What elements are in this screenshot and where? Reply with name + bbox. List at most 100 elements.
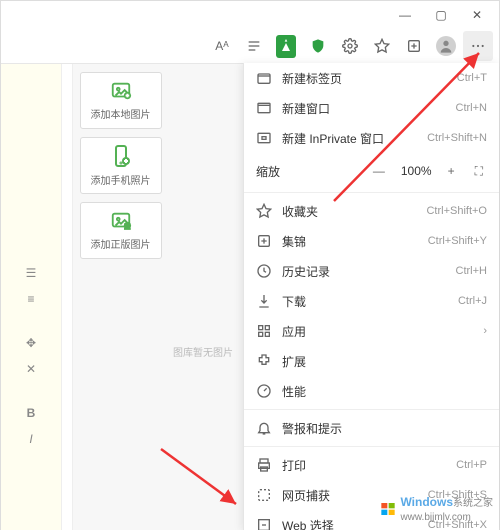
list-unordered-tool[interactable]: ☰: [22, 264, 40, 282]
window-icon: [256, 100, 272, 116]
list-ordered-tool[interactable]: ≡: [22, 290, 40, 308]
menu-item-extensions[interactable]: 扩展: [244, 346, 499, 376]
phone-image-icon: [109, 144, 133, 168]
shield-button[interactable]: [303, 31, 333, 61]
maximize-button[interactable]: ▢: [423, 1, 459, 29]
menu-item-shortcut: Ctrl+J: [458, 295, 487, 307]
reader-icon: [246, 38, 262, 54]
inprivate-icon: [256, 130, 272, 146]
italic-tool[interactable]: I: [22, 430, 40, 448]
alert-icon: [256, 420, 272, 436]
move-tool[interactable]: ✥: [22, 334, 40, 352]
print-icon: [256, 457, 272, 473]
menu-separator: [244, 409, 499, 410]
menu-item-label: 集锦: [282, 233, 418, 250]
translate-icon: [276, 35, 296, 58]
menu-item-label: 应用: [282, 323, 473, 340]
canvas-edge: [62, 64, 73, 530]
profile-button[interactable]: [431, 31, 461, 61]
menu-item-label: 扩展: [282, 353, 487, 370]
download-icon: [256, 293, 272, 309]
tab-icon: [256, 70, 272, 86]
menu-item-label: 性能: [282, 383, 487, 400]
text-size-icon: Aᴬ: [215, 39, 228, 53]
menu-item-alert[interactable]: 警报和提示: [244, 413, 499, 443]
settings-gear-button[interactable]: [335, 31, 365, 61]
avatar-icon: [436, 36, 456, 56]
minimize-button[interactable]: —: [387, 1, 423, 29]
menu-separator: [244, 192, 499, 193]
browser-toolbar: Aᴬ: [1, 29, 499, 64]
close-tool[interactable]: ✕: [22, 360, 40, 378]
menu-item-label: 收藏夹: [282, 203, 416, 220]
history-icon: [256, 263, 272, 279]
watermark-url: www.bjjmlv.com: [400, 512, 470, 523]
menu-item-label: 下载: [282, 293, 448, 310]
text-size-button[interactable]: Aᴬ: [207, 31, 237, 61]
favorites-star-button[interactable]: [367, 31, 397, 61]
add-phone-image-button[interactable]: 添加手机照片: [80, 137, 162, 194]
performance-icon: [256, 383, 272, 399]
watermark: Windows系统之家 www.bjjmlv.com: [380, 494, 493, 523]
thumbnail-column: 图库暂无图片: [168, 64, 238, 530]
zoom-value: 100%: [401, 164, 432, 178]
menu-item-shortcut: Ctrl+Shift+N: [427, 132, 487, 144]
image-add-panel: 添加本地图片 添加手机照片 正 添加正版图片: [73, 64, 168, 530]
add-local-image-button[interactable]: 添加本地图片: [80, 72, 162, 129]
zoom-out-button[interactable]: —: [365, 160, 393, 182]
capture-icon: [256, 487, 272, 503]
menu-item-label: 新建窗口: [282, 100, 446, 117]
zoom-label: 缩放: [256, 163, 357, 180]
menu-item-shortcut: Ctrl+Shift+O: [426, 205, 487, 217]
menu-zoom-row: 缩放 — 100% + ⛶: [244, 153, 499, 189]
close-button[interactable]: ✕: [459, 1, 495, 29]
fullscreen-button[interactable]: ⛶: [471, 160, 487, 183]
browser-main-menu: 新建标签页 Ctrl+T 新建窗口 Ctrl+N 新建 InPrivate 窗口Ctrl…: [243, 63, 499, 530]
apps-icon: [256, 323, 272, 339]
menu-item-label: 警报和提示: [282, 420, 487, 437]
add-stock-image-button[interactable]: 正 添加正版图片: [80, 202, 162, 259]
browser-window: — ▢ ✕ Aᴬ ☰ ≡ ✥ ✕ B I: [0, 0, 500, 530]
collections-button[interactable]: [399, 31, 429, 61]
menu-item-performance[interactable]: 性能: [244, 376, 499, 406]
menu-item-apps[interactable]: 应用 ›: [244, 316, 499, 346]
menu-item-shortcut: Ctrl+P: [456, 459, 487, 471]
dots-icon: [470, 38, 486, 54]
window-titlebar: — ▢ ✕: [1, 1, 499, 29]
menu-item-label: 新建标签页: [282, 70, 447, 87]
bold-tool[interactable]: B: [22, 404, 40, 422]
reader-button[interactable]: [239, 31, 269, 61]
zoom-in-button[interactable]: +: [440, 160, 463, 182]
menu-item-inprivate[interactable]: 新建 InPrivate 窗口Ctrl+Shift+N: [244, 123, 499, 153]
menu-item-collections[interactable]: 集锦 Ctrl+Shift+Y: [244, 226, 499, 256]
menu-item-print[interactable]: 打印 Ctrl+P: [244, 450, 499, 480]
menu-item-star[interactable]: 收藏夹 Ctrl+Shift+O: [244, 196, 499, 226]
editor-left-tools: ☰ ≡ ✥ ✕ B I: [1, 64, 62, 530]
menu-item-history[interactable]: 历史记录 Ctrl+H: [244, 256, 499, 286]
menu-item-shortcut: Ctrl+Shift+Y: [428, 235, 487, 247]
collections-icon: [256, 233, 272, 249]
translate-button[interactable]: [271, 31, 301, 61]
menu-item-window[interactable]: 新建窗口 Ctrl+N: [244, 93, 499, 123]
image-verified-icon: 正: [107, 210, 135, 232]
add-local-image-label: 添加本地图片: [91, 106, 151, 121]
menu-item-shortcut: Ctrl+N: [456, 102, 487, 114]
collections-icon: [406, 38, 422, 54]
star-icon: [374, 38, 390, 54]
menu-item-download[interactable]: 下载 Ctrl+J: [244, 286, 499, 316]
image-plus-icon: [107, 80, 135, 102]
add-phone-image-label: 添加手机照片: [91, 172, 151, 187]
menu-item-label: 历史记录: [282, 263, 446, 280]
more-menu-button[interactable]: [463, 31, 493, 61]
watermark-sub: 系统之家: [453, 498, 493, 509]
menu-item-label: 打印: [282, 457, 446, 474]
gear-icon: [342, 38, 358, 54]
extensions-icon: [256, 353, 272, 369]
thumbnail-empty-text: 图库暂无图片: [173, 348, 233, 359]
menu-item-shortcut: Ctrl+H: [456, 265, 487, 277]
webselect-icon: [256, 517, 272, 530]
watermark-brand: Windows: [400, 495, 453, 509]
menu-item-shortcut: Ctrl+T: [457, 72, 487, 84]
menu-item-tab[interactable]: 新建标签页 Ctrl+T: [244, 63, 499, 93]
submenu-arrow-icon: ›: [483, 325, 487, 337]
